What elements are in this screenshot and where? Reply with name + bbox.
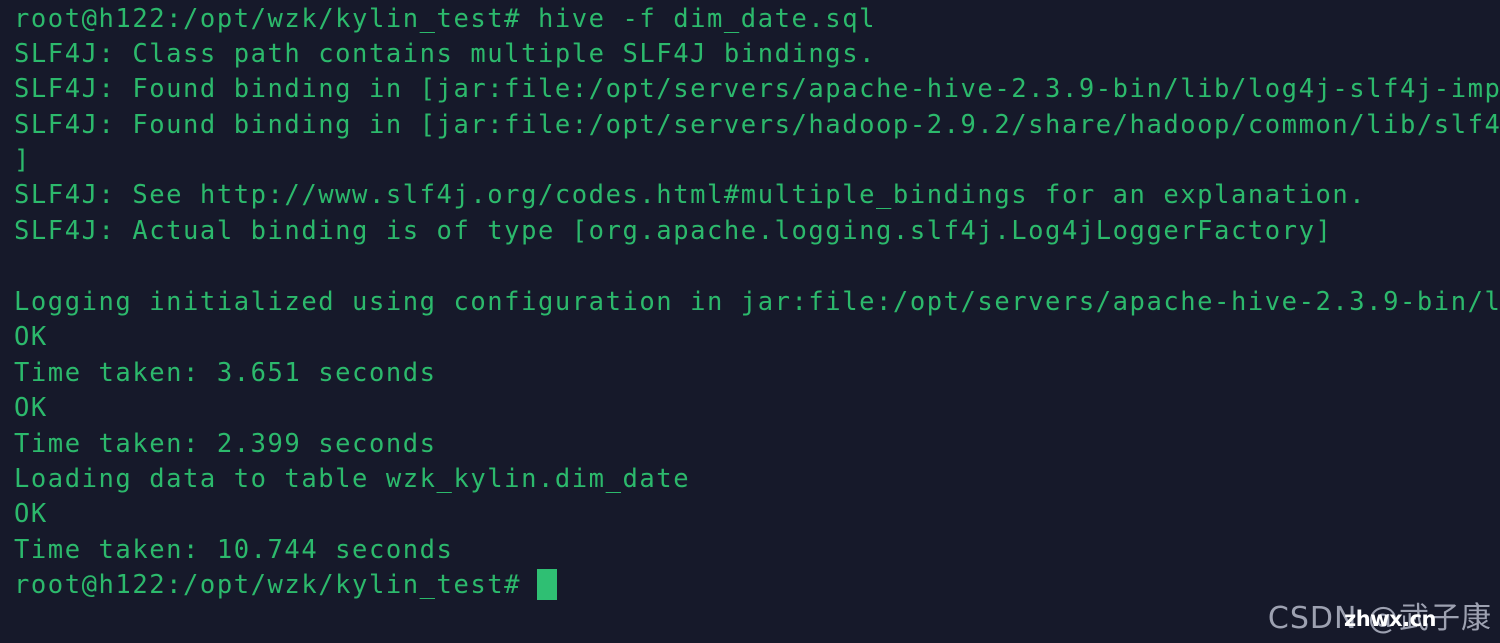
terminal-line-time-taken-1: Time taken: 3.651 seconds <box>14 358 437 388</box>
watermark-main-text: CSDN @武子康 <box>1267 601 1492 636</box>
terminal-window[interactable]: root@h122:/opt/wzk/kylin_test# hive -f d… <box>0 0 1500 643</box>
terminal-line-bracket-close: ] <box>14 145 31 175</box>
watermark-overlay-text: zhwx.cn <box>1344 607 1437 631</box>
terminal-line-ok-3: OK <box>14 499 48 529</box>
terminal-line-slf4j-classpath: SLF4J: Class path contains multiple SLF4… <box>14 39 877 69</box>
terminal-line-slf4j-actual-binding: SLF4J: Actual binding is of type [org.ap… <box>14 216 1333 246</box>
terminal-line-prompt-final: root@h122:/opt/wzk/kylin_test# <box>14 570 538 600</box>
watermark: CSDN @武子康 zhwx.cn <box>1268 589 1494 641</box>
terminal-line-time-taken-2: Time taken: 2.399 seconds <box>14 429 437 459</box>
terminal-cursor <box>537 569 557 600</box>
terminal-line-slf4j-see-url: SLF4J: See http://www.slf4j.org/codes.ht… <box>14 180 1367 210</box>
terminal-line-time-taken-3: Time taken: 10.744 seconds <box>14 535 454 565</box>
terminal-line-slf4j-binding-2: SLF4J: Found binding in [jar:file:/opt/s… <box>14 110 1500 140</box>
terminal-line-command: root@h122:/opt/wzk/kylin_test# hive -f d… <box>14 4 877 34</box>
terminal-line-loading-data: Loading data to table wzk_kylin.dim_date <box>14 464 691 494</box>
terminal-line-logging-initialized: Logging initialized using configuration … <box>14 287 1500 317</box>
terminal-line-ok-1: OK <box>14 322 48 352</box>
terminal-line-slf4j-binding-1: SLF4J: Found binding in [jar:file:/opt/s… <box>14 74 1500 104</box>
terminal-line-ok-2: OK <box>14 393 48 423</box>
